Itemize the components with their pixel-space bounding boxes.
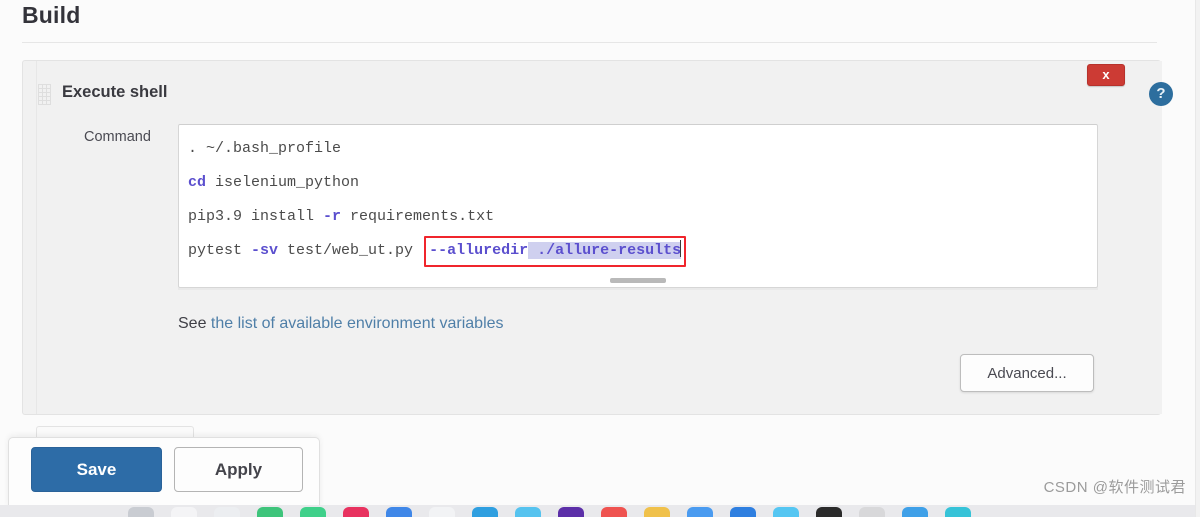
dock-icon-9[interactable] bbox=[515, 507, 541, 517]
command-keyword-cd: cd bbox=[188, 174, 207, 191]
close-icon[interactable]: x bbox=[1087, 64, 1125, 86]
dock-icon-18[interactable] bbox=[902, 507, 928, 517]
dock-icon-17[interactable] bbox=[859, 507, 885, 517]
dock-icon-15[interactable] bbox=[773, 507, 799, 517]
command-line-1: . ~/.bash_profile bbox=[188, 140, 342, 157]
dock-icon-19[interactable] bbox=[945, 507, 971, 517]
dock-icon-16[interactable] bbox=[816, 507, 842, 517]
dock-icon-11[interactable] bbox=[601, 507, 627, 517]
help-icon[interactable]: ? bbox=[1149, 82, 1173, 106]
dock-icon-7[interactable] bbox=[429, 507, 455, 517]
alluredir-flag: --alluredir bbox=[429, 242, 529, 259]
page-title: Build bbox=[22, 2, 81, 28]
alluredir-value: ./allure-results bbox=[528, 242, 682, 259]
dock-icon-4[interactable] bbox=[300, 507, 326, 517]
drag-handle-icon[interactable] bbox=[38, 84, 51, 105]
dock-icon-13[interactable] bbox=[687, 507, 713, 517]
dock-icon-12[interactable] bbox=[644, 507, 670, 517]
textarea-resize-handle[interactable] bbox=[610, 278, 666, 283]
advanced-button[interactable]: Advanced... bbox=[960, 354, 1094, 392]
page-scrollbar[interactable] bbox=[1195, 0, 1200, 517]
os-dock[interactable] bbox=[0, 505, 1200, 517]
form-action-bar: Save Apply bbox=[8, 437, 320, 509]
command-input[interactable]: . ~/.bash_profile cd iselenium_python pi… bbox=[178, 124, 1098, 288]
build-config-screen: Build Execute shell x ? Command . ~/.bas… bbox=[0, 0, 1200, 517]
dock-icon-5[interactable] bbox=[343, 507, 369, 517]
dock-icon-0[interactable] bbox=[128, 507, 154, 517]
environment-variables-link[interactable]: the list of available environment variab… bbox=[211, 315, 504, 332]
dock-icon-6[interactable] bbox=[386, 507, 412, 517]
environment-variables-hint: See the list of available environment va… bbox=[178, 315, 504, 333]
apply-button[interactable]: Apply bbox=[174, 447, 303, 492]
command-line-4-pre: pytest bbox=[188, 242, 252, 259]
save-button[interactable]: Save bbox=[31, 447, 162, 492]
dock-icon-list bbox=[128, 507, 971, 517]
dock-icon-10[interactable] bbox=[558, 507, 584, 517]
dock-icon-14[interactable] bbox=[730, 507, 756, 517]
env-hint-prefix: See bbox=[178, 315, 211, 332]
dock-icon-8[interactable] bbox=[472, 507, 498, 517]
text-cursor-icon bbox=[680, 240, 682, 257]
command-text: . ~/.bash_profile cd iselenium_python pi… bbox=[188, 132, 687, 268]
alluredir-highlight-box: --alluredir ./allure-results bbox=[424, 236, 687, 267]
command-keyword-r: -r bbox=[323, 208, 342, 225]
command-line-2-rest: iselenium_python bbox=[206, 174, 360, 191]
dock-icon-1[interactable] bbox=[171, 507, 197, 517]
heading-divider bbox=[22, 42, 1157, 43]
command-keyword-sv: -sv bbox=[251, 242, 279, 259]
command-input-underline bbox=[178, 288, 1098, 290]
dock-icon-2[interactable] bbox=[214, 507, 240, 517]
watermark: CSDN @软件测试君 bbox=[1043, 479, 1186, 496]
command-line-4-post: test/web_ut.py bbox=[278, 242, 423, 259]
build-step-title: Execute shell bbox=[62, 83, 168, 101]
command-line-3-pre: pip3.9 install bbox=[188, 208, 324, 225]
command-line-3-post: requirements.txt bbox=[341, 208, 495, 225]
command-label: Command bbox=[84, 129, 151, 145]
dock-icon-3[interactable] bbox=[257, 507, 283, 517]
